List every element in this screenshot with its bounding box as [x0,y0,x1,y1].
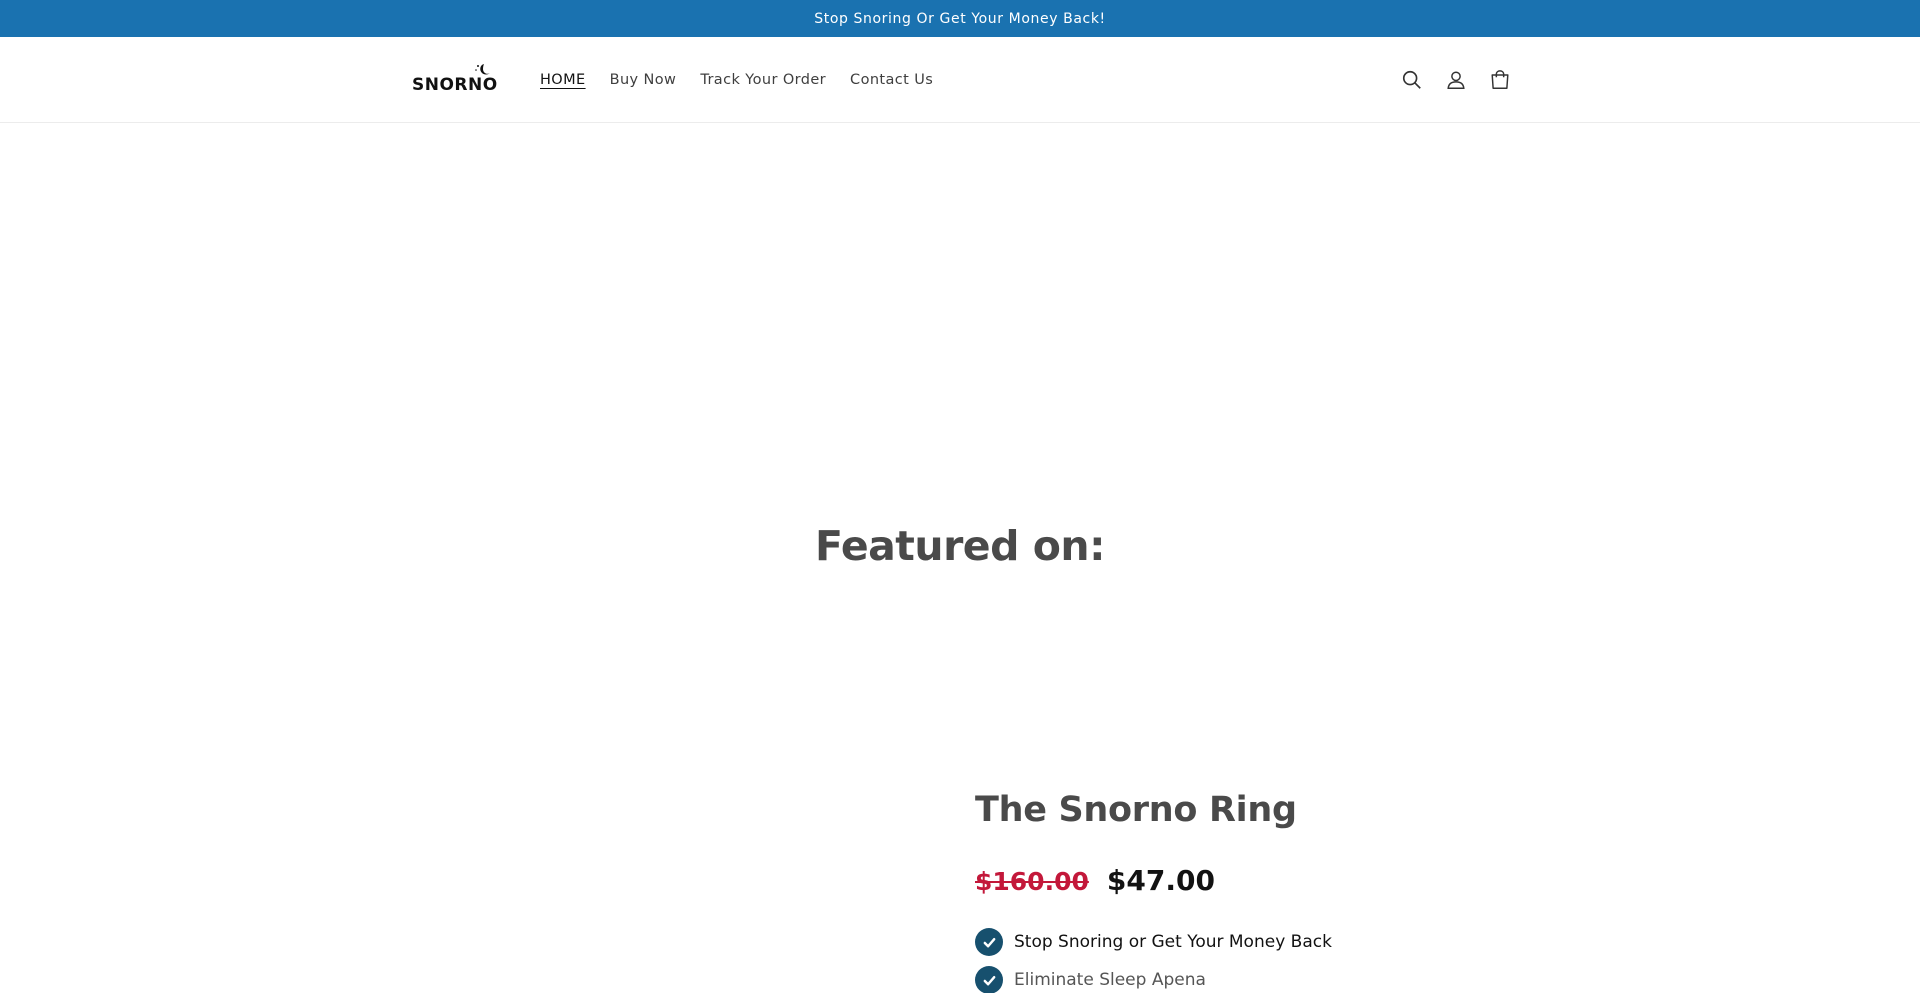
featured-heading: Featured on: [814,522,1106,570]
logo-text: SNORNO [412,75,498,95]
cart-button[interactable] [1486,66,1514,94]
site-header: SNORNO HOME Buy Now Track Your Order Con… [0,37,1920,123]
search-button[interactable] [1398,66,1426,94]
account-icon [1447,71,1465,89]
cart-icon [1491,70,1509,89]
check-circle-icon [975,966,1003,993]
announcement-bar: Stop Snoring Or Get Your Money Back! [0,0,1920,37]
header-icons [1398,37,1530,123]
nav-track-order[interactable]: Track Your Order [700,72,826,88]
benefit-text: Eliminate Sleep Apena [1014,970,1206,990]
nav-buy-now[interactable]: Buy Now [610,72,677,88]
product-title: The Snorno Ring [975,790,1297,830]
check-circle-icon [975,928,1003,956]
product-info: The Snorno Ring $160.00 $47.00 Stop Snor… [975,790,1575,993]
list-item: Stop Snoring or Get Your Money Back [975,928,1575,956]
list-item: Eliminate Sleep Apena [975,966,1575,993]
announcement-text: Stop Snoring Or Get Your Money Back! [814,10,1106,27]
nav-home[interactable]: HOME [540,72,586,88]
search-icon [1402,70,1421,89]
sale-price: $47.00 [1106,864,1215,897]
nav-contact-us[interactable]: Contact Us [850,72,933,88]
compare-at-price: $160.00 [975,867,1089,896]
benefit-list: Stop Snoring or Get Your Money Back Elim… [975,928,1575,993]
account-button[interactable] [1442,66,1470,94]
main-nav: HOME Buy Now Track Your Order Contact Us [540,37,957,123]
benefit-text: Stop Snoring or Get Your Money Back [1014,932,1332,952]
price-block: $160.00 $47.00 [975,864,1215,897]
logo[interactable]: SNORNO [410,63,502,97]
